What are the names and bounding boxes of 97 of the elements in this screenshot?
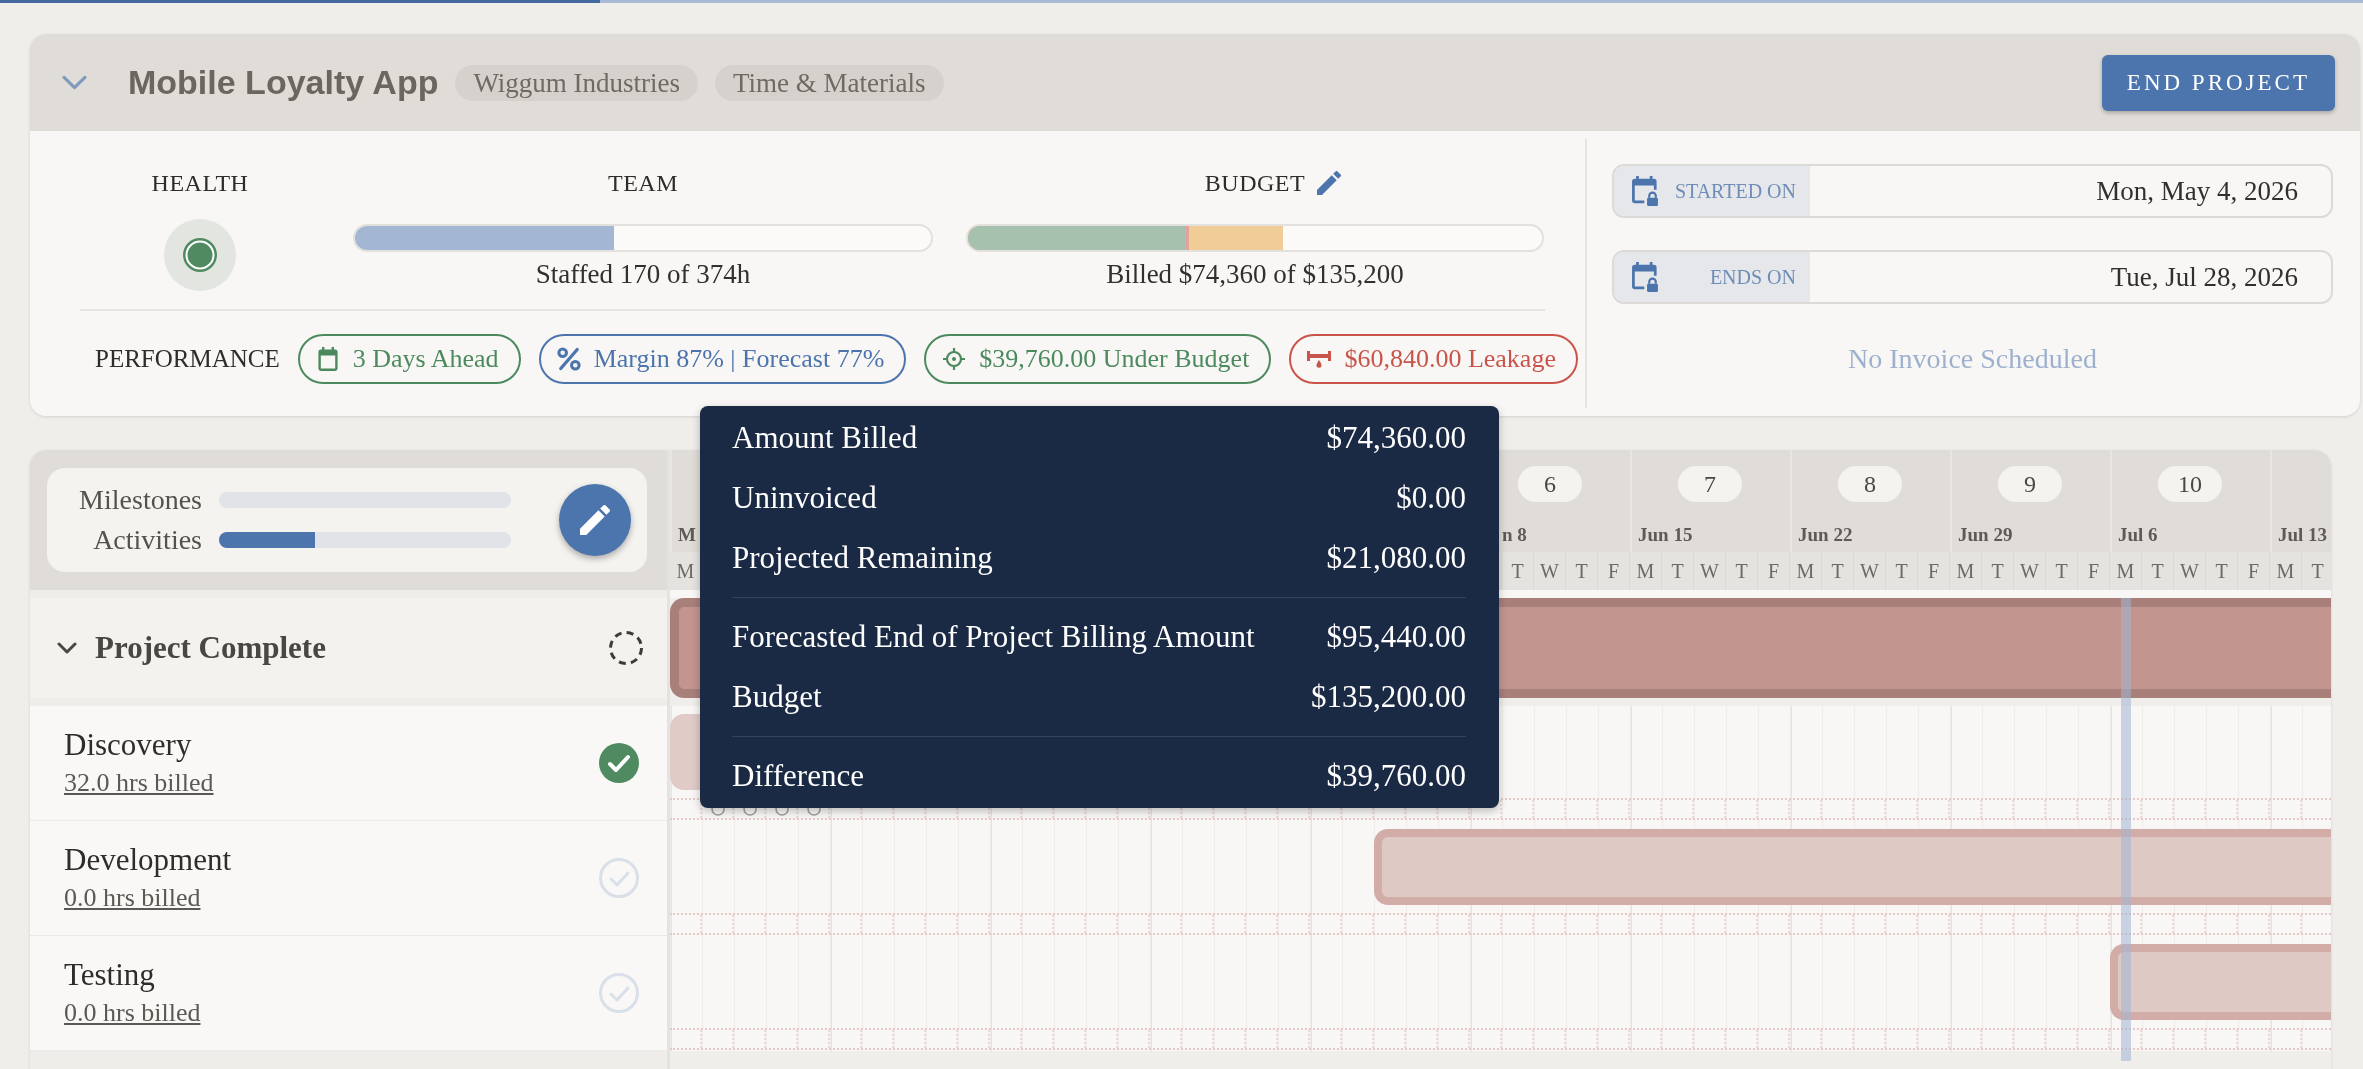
weekday-label: T bbox=[1991, 559, 2004, 583]
check-circle-icon[interactable] bbox=[599, 973, 639, 1013]
tooltip-label: Amount Billed bbox=[732, 420, 918, 456]
billed-hours-link[interactable]: 32.0 hrs billed bbox=[64, 767, 214, 799]
crosshair-icon bbox=[942, 347, 967, 371]
project-tag: Wiggum Industries bbox=[455, 64, 699, 101]
weekday-label: T bbox=[1511, 559, 1524, 583]
check-circle-icon[interactable] bbox=[599, 858, 639, 898]
project-title: Mobile Loyalty App bbox=[128, 63, 439, 102]
metric-label: HEALTH bbox=[151, 169, 249, 198]
weekday-label: M bbox=[2276, 559, 2295, 583]
billed-hours-link[interactable]: 0.0 hrs billed bbox=[64, 882, 201, 914]
week-number-pill: 7 bbox=[1678, 466, 1742, 502]
weekday-label: F bbox=[2247, 559, 2260, 583]
weekday-label: F bbox=[1607, 559, 1620, 583]
progress-label: Milestones bbox=[78, 484, 202, 516]
edit-button[interactable] bbox=[559, 484, 631, 556]
calendar-icon bbox=[315, 347, 340, 371]
performance-chip[interactable]: $39,760.00 Under Budget bbox=[924, 334, 1272, 384]
milestone-row[interactable]: Project Complete bbox=[30, 598, 667, 698]
weekday-label: T bbox=[1895, 559, 1908, 583]
weekday-label: T bbox=[1735, 559, 1748, 583]
weekday-label: T bbox=[2055, 559, 2068, 583]
week-date: Jun 15 bbox=[1638, 524, 1693, 546]
performance-label: PERFORMANCE bbox=[95, 345, 280, 373]
weekday-label: F bbox=[2087, 559, 2100, 583]
weekday-label: W bbox=[1540, 559, 1559, 583]
project-tag: Time & Materials bbox=[715, 64, 944, 101]
metric-caption: Billed $74,360 of $135,200 bbox=[1106, 261, 1404, 288]
invoice-status: No Invoice Scheduled bbox=[1848, 344, 2097, 374]
date-value: Tue, Jul 28, 2026 bbox=[2109, 261, 2299, 293]
tooltip-value: $21,080.00 bbox=[1326, 540, 1466, 576]
week-date: Jul 13 bbox=[2278, 524, 2328, 546]
weekday-label: T bbox=[2151, 559, 2164, 583]
weekday-label: T bbox=[1671, 559, 1684, 583]
pencil-icon[interactable] bbox=[1317, 171, 1342, 195]
activity-row[interactable]: Discovery 32.0 hrs billed bbox=[30, 706, 667, 821]
date-label: STARTED ON bbox=[1674, 179, 1796, 203]
weekday-label: W bbox=[2020, 559, 2039, 583]
metric-label: TEAM bbox=[608, 169, 678, 198]
week-date: Jun 29 bbox=[1958, 524, 2013, 546]
weekday-label: M bbox=[676, 559, 695, 583]
metric-label: BUDGET bbox=[1204, 169, 1306, 198]
tooltip-value: $95,440.00 bbox=[1326, 619, 1466, 655]
week-number-pill: 6 bbox=[1518, 466, 1582, 502]
weekday-label: W bbox=[1700, 559, 1719, 583]
date-field[interactable]: ENDS ON Tue, Jul 28, 2026 bbox=[1612, 250, 2333, 304]
week-number-pill: 10 bbox=[2158, 466, 2222, 502]
tooltip-label: Projected Remaining bbox=[732, 540, 993, 576]
weekday-label: T bbox=[1831, 559, 1844, 583]
tooltip-label: Difference bbox=[732, 758, 864, 794]
metric-caption: Staffed 170 of 374h bbox=[535, 261, 751, 288]
weekday-label: T bbox=[2311, 559, 2324, 583]
weekday-label: M bbox=[1796, 559, 1815, 583]
week-number-pill: 8 bbox=[1838, 466, 1902, 502]
weekday-label: F bbox=[1927, 559, 1940, 583]
pencil-icon bbox=[580, 505, 610, 535]
activity-row[interactable]: Development 0.0 hrs billed bbox=[30, 821, 667, 936]
tooltip-value: $39,760.00 bbox=[1326, 758, 1466, 794]
progress-label: Activities bbox=[92, 524, 202, 556]
tooltip-label: Forecasted End of Project Billing Amount bbox=[732, 619, 1255, 655]
weekday-label: T bbox=[1575, 559, 1588, 583]
week-date: M bbox=[678, 524, 696, 546]
weekday-label: F bbox=[1767, 559, 1780, 583]
percent-icon bbox=[556, 347, 581, 371]
weekday-label: M bbox=[1636, 559, 1655, 583]
activity-name: Development bbox=[64, 842, 231, 878]
performance-chip[interactable]: $60,840.00 Leakage bbox=[1289, 334, 1578, 384]
activity-name: Testing bbox=[64, 957, 156, 993]
chevron-down-icon[interactable] bbox=[57, 642, 77, 654]
date-value: Mon, May 4, 2026 bbox=[2095, 175, 2299, 207]
activity-name: Discovery bbox=[64, 727, 193, 763]
activity-row[interactable]: Testing 0.0 hrs billed bbox=[30, 936, 667, 1051]
check-circle-icon[interactable] bbox=[599, 743, 639, 783]
weekday-label: M bbox=[2116, 559, 2135, 583]
week-date: n 8 bbox=[1502, 524, 1527, 546]
date-field[interactable]: STARTED ON Mon, May 4, 2026 bbox=[1612, 164, 2333, 218]
billed-hours-link[interactable]: 0.0 hrs billed bbox=[64, 997, 201, 1029]
date-label: ENDS ON bbox=[1709, 265, 1796, 289]
week-date: Jun 22 bbox=[1798, 524, 1853, 546]
weekday-label: W bbox=[2180, 559, 2199, 583]
calendar-lock-icon bbox=[1632, 176, 1658, 206]
week-date: Jul 6 bbox=[2118, 524, 2158, 546]
tooltip-value: $0.00 bbox=[1396, 480, 1466, 516]
tooltip-value: $135,200.00 bbox=[1311, 679, 1466, 715]
tooltip-value: $74,360.00 bbox=[1326, 420, 1466, 456]
weekday-label: T bbox=[2215, 559, 2228, 583]
performance-chip[interactable]: 3 Days Ahead bbox=[297, 334, 521, 384]
week-number-pill: 9 bbox=[1998, 466, 2062, 502]
calendar-lock-icon bbox=[1632, 262, 1658, 292]
end-project-button[interactable]: END PROJECT bbox=[2101, 54, 2335, 111]
tooltip-label: Uninvoiced bbox=[732, 480, 877, 516]
tooltip-label: Budget bbox=[732, 679, 822, 715]
performance-chip[interactable]: Margin 87% | Forecast 77% bbox=[538, 334, 907, 384]
milestone-title: Project Complete bbox=[95, 630, 326, 666]
weekday-label: M bbox=[1956, 559, 1975, 583]
weekday-label: W bbox=[1860, 559, 1879, 583]
